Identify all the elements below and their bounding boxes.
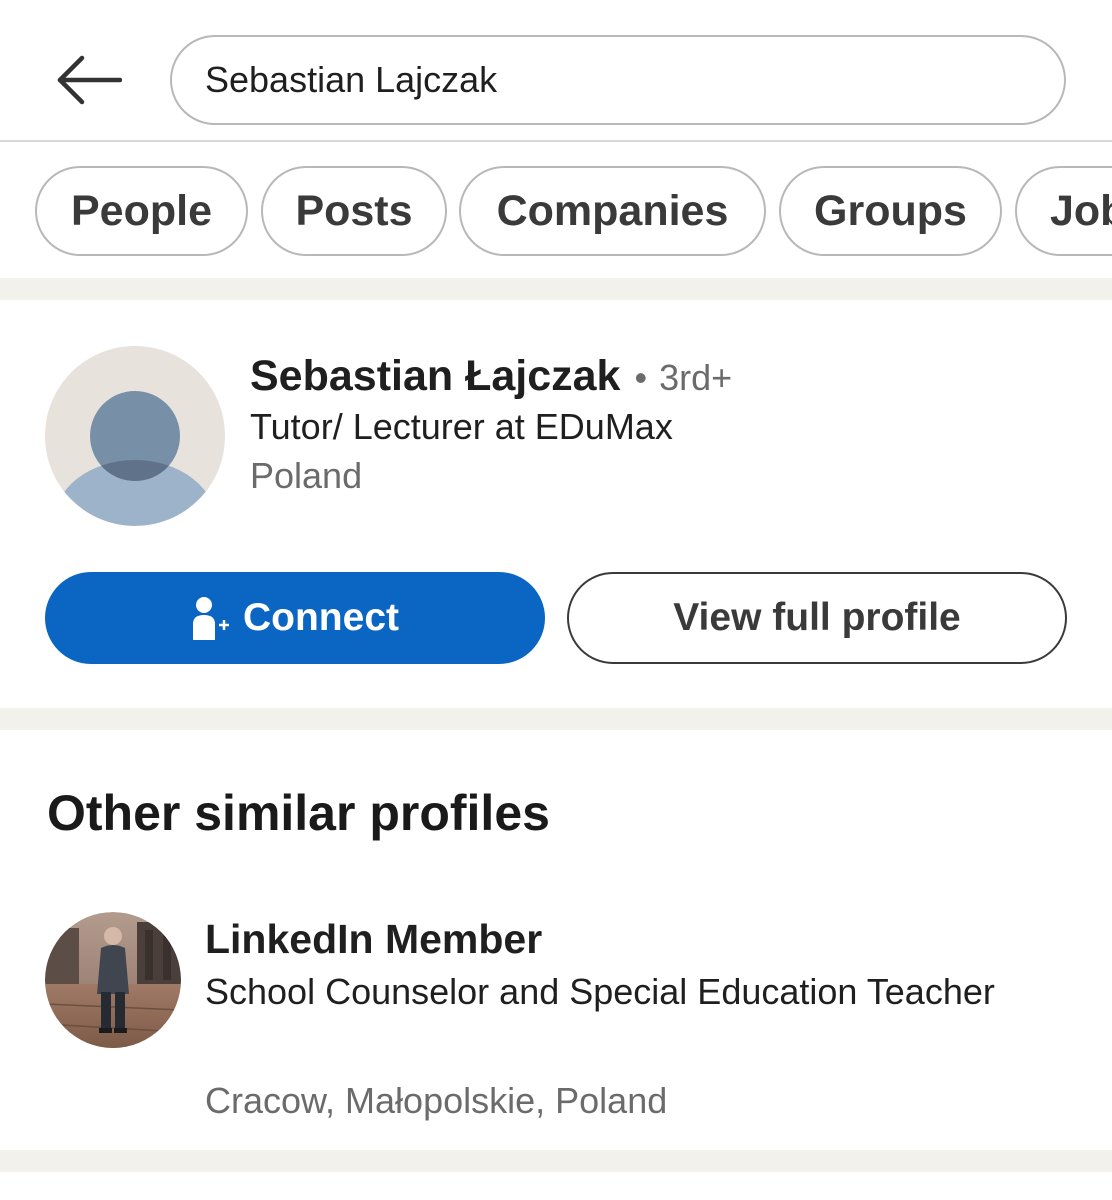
similar-profile-item[interactable]: LinkedIn Member School Counselor and Spe… bbox=[0, 906, 1112, 1121]
search-input[interactable]: Sebastian Lajczak bbox=[170, 35, 1066, 125]
connect-button-label: Connect bbox=[243, 596, 399, 639]
similar-profile-name[interactable]: LinkedIn Member bbox=[205, 916, 542, 963]
add-person-icon bbox=[191, 596, 231, 640]
filter-chip-label: Companies bbox=[496, 186, 729, 235]
filter-chip-label: Groups bbox=[814, 186, 967, 235]
filter-chip-companies[interactable]: Companies bbox=[459, 166, 766, 256]
section-title: Other similar profiles bbox=[47, 785, 550, 841]
top-bar: Sebastian Lajczak bbox=[0, 0, 1112, 142]
filter-chip-label: Jobs bbox=[1050, 186, 1112, 235]
default-person-avatar-icon[interactable] bbox=[45, 346, 225, 526]
connect-button[interactable]: Connect bbox=[45, 572, 545, 664]
view-full-profile-button[interactable]: View full profile bbox=[567, 572, 1067, 664]
section-divider bbox=[0, 278, 1112, 300]
section-divider bbox=[0, 708, 1112, 730]
result-location: Poland bbox=[250, 455, 363, 496]
filter-chip-jobs[interactable]: Jobs bbox=[1015, 166, 1112, 256]
filter-chip-label: Posts bbox=[295, 186, 413, 235]
section-divider bbox=[0, 1150, 1112, 1172]
filter-chip-posts[interactable]: Posts bbox=[261, 166, 447, 256]
filter-chip-people[interactable]: People bbox=[35, 166, 248, 256]
connection-degree: 3rd+ bbox=[659, 357, 733, 398]
degree-separator: • bbox=[634, 357, 648, 398]
result-name[interactable]: Sebastian Łajczak bbox=[250, 352, 620, 401]
filter-chip-label: People bbox=[71, 186, 212, 235]
similar-profile-location: Cracow, Małopolskie, Poland bbox=[205, 1080, 668, 1121]
search-query-text: Sebastian Lajczak bbox=[205, 59, 498, 100]
similar-profiles-section: Other similar profiles LinkedIn Member S… bbox=[0, 730, 1112, 1150]
filter-chip-groups[interactable]: Groups bbox=[779, 166, 1002, 256]
profile-photo[interactable] bbox=[45, 912, 181, 1048]
result-name-line: Sebastian Łajczak • 3rd+ bbox=[250, 352, 732, 401]
result-headline: Tutor/ Lecturer at EDuMax bbox=[250, 406, 673, 447]
similar-profile-headline: School Counselor and Special Education T… bbox=[205, 971, 995, 1012]
search-result-card[interactable]: Sebastian Łajczak • 3rd+ Tutor/ Lecturer… bbox=[0, 300, 1112, 708]
filter-chips-bar: People Posts Companies Groups Jobs bbox=[0, 142, 1112, 278]
view-full-profile-label: View full profile bbox=[673, 596, 961, 639]
back-arrow-icon[interactable] bbox=[56, 52, 122, 108]
